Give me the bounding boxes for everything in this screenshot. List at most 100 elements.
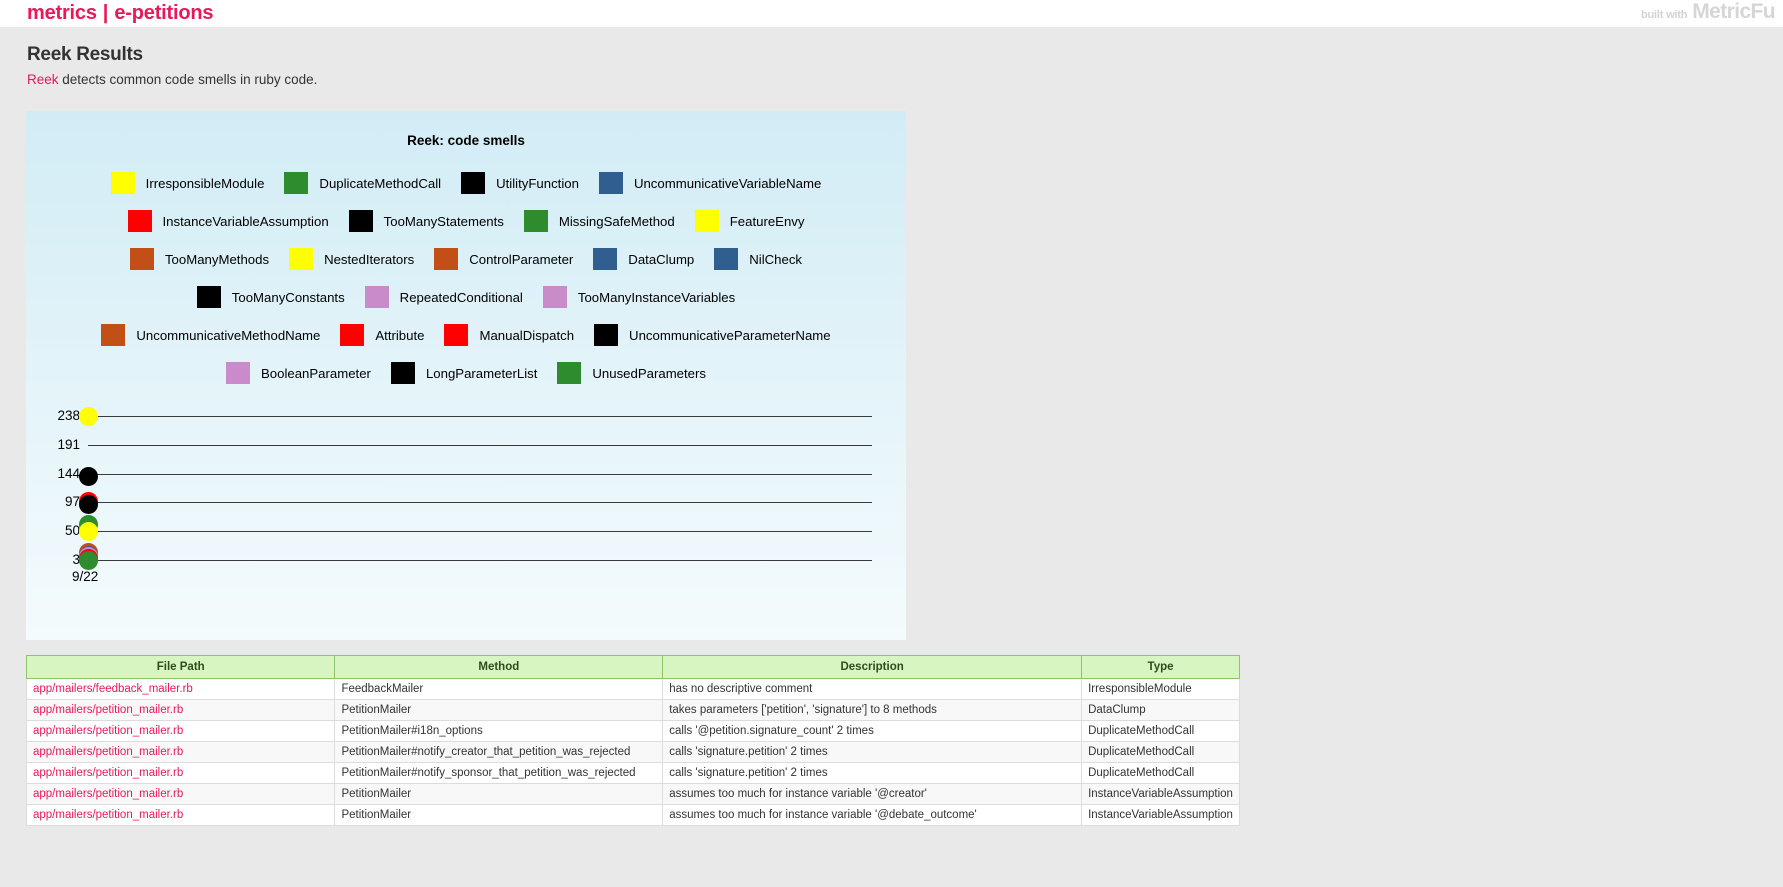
file-path-link[interactable]: app/mailers/petition_mailer.rb [33,809,183,821]
chart-gridline [88,444,872,446]
cell-description: takes parameters ['petition', 'signature… [662,699,1083,721]
legend-label: UncommunicativeParameterName [629,327,831,343]
legend-color-swatch [523,210,548,232]
legend-item[interactable]: ControlParameter [434,248,573,270]
chart-data-point[interactable] [79,551,98,570]
legend-color-swatch [434,248,459,270]
smells-table: File Path Method Description Type app/ma… [25,655,1240,826]
chart-data-point[interactable] [79,522,98,542]
legend-item[interactable]: UncommunicativeMethodName [101,324,320,346]
page-title: Reek Results [27,44,143,65]
cell-method: PetitionMailer [334,699,664,721]
legend-label: LongParameterList [425,365,538,381]
cell-file-path: app/mailers/petition_mailer.rb [25,783,336,805]
legend-color-swatch [101,324,126,346]
chart-data-point[interactable] [79,494,98,514]
legend-item[interactable]: InstanceVariableAssumption [127,210,329,232]
legend-color-swatch [594,324,619,346]
legend-color-swatch [129,248,154,270]
cell-file-path: app/mailers/petition_mailer.rb [25,804,336,826]
legend-row: UncommunicativeMethodName Attribute Manual… [26,324,906,346]
cell-description: calls 'signature.petition' 2 times [662,741,1083,763]
legend-label: ManualDispatch [479,327,575,343]
legend-color-swatch [364,286,389,308]
file-path-link[interactable]: app/mailers/petition_mailer.rb [33,725,183,737]
legend-color-swatch [461,172,486,194]
legend-label: ControlParameter [469,251,574,267]
legend-item[interactable]: TooManyMethods [129,248,269,270]
legend-label: NestedIterators [324,251,415,267]
legend-color-swatch [340,324,365,346]
y-axis-tick-label: 144 [57,465,80,481]
page-description-text: detects common code smells in ruby code. [58,72,318,87]
file-path-link[interactable]: app/mailers/feedback_mailer.rb [33,683,193,695]
cell-file-path: app/mailers/petition_mailer.rb [25,699,336,721]
cell-description: calls '@petition.signature_count' 2 time… [662,720,1083,742]
y-axis-tick-label: 50 [64,523,80,539]
reek-link[interactable]: Reek [27,72,59,87]
cell-method: PetitionMailer#notify_sponsor_that_petit… [334,762,664,784]
cell-type: InstanceVariableAssumption [1081,783,1240,805]
chart-data-point[interactable] [79,467,98,487]
file-path-link[interactable]: app/mailers/petition_mailer.rb [33,746,183,758]
chart-gridline [88,560,872,561]
column-header-type[interactable]: Type [1081,655,1240,679]
legend-item[interactable]: LongParameterList [390,362,538,384]
built-with-label: built with [1641,9,1688,21]
file-path-link[interactable]: app/mailers/petition_mailer.rb [33,704,183,716]
cell-method: FeedbackMailer [334,678,664,700]
legend-item[interactable]: UnusedParameters [557,362,706,384]
legend-label: TooManyInstanceVariables [577,289,736,305]
legend-item[interactable]: DataClump [593,248,694,270]
table-row: app/mailers/petition_mailer.rb PetitionMa… [25,699,1240,721]
cell-file-path: app/mailers/feedback_mailer.rb [25,678,336,700]
metricfu-logo: MetricFu [1692,0,1775,23]
legend-row: IrresponsibleModule DuplicateMethodCall Ut… [26,172,906,194]
cell-file-path: app/mailers/petition_mailer.rb [25,762,336,784]
legend-item[interactable]: ManualDispatch [444,324,574,346]
legend-label: Attribute [375,327,425,343]
column-header-method[interactable]: Method [334,655,664,679]
cell-description: assumes too much for instance variable '… [662,783,1083,805]
table-row: app/mailers/feedback_mailer.rb FeedbackMa… [25,678,1240,700]
table-row: app/mailers/petition_mailer.rb PetitionMa… [25,741,1240,763]
cell-type: IrresponsibleModule [1081,678,1240,700]
legend-item[interactable]: UncommunicativeParameterName [594,324,831,346]
legend-item[interactable]: NestedIterators [289,248,414,270]
chart-gridline [88,473,872,475]
legend-label: UtilityFunction [496,175,579,191]
chart-gridline [88,531,872,533]
legend-item[interactable]: BooleanParameter [225,362,371,384]
legend-label: IrresponsibleModule [145,175,265,191]
legend-item[interactable]: MissingSafeMethod [523,210,675,232]
legend-item[interactable]: TooManyStatements [348,210,504,232]
chart-legend: IrresponsibleModule DuplicateMethodCall Ut… [26,172,906,384]
legend-item[interactable]: NilCheck [714,248,802,270]
legend-item[interactable]: TooManyConstants [196,286,345,308]
page-body: Reek Results Reek detects common code sm… [0,27,1783,887]
file-path-link[interactable]: app/mailers/petition_mailer.rb [33,788,183,800]
column-header-file-path[interactable]: File Path [25,655,336,679]
legend-item[interactable]: FeatureEnvy [694,210,805,232]
legend-item[interactable]: UncommunicativeVariableName [598,172,822,194]
chart-data-point[interactable] [79,407,98,426]
legend-item[interactable]: Attribute [340,324,424,346]
legend-item[interactable]: UtilityFunction [461,172,579,194]
cell-type: DataClump [1081,699,1240,721]
cell-type: InstanceVariableAssumption [1081,804,1240,826]
cell-type: DuplicateMethodCall [1081,741,1240,763]
nav-link-metrics[interactable]: metrics [27,2,97,25]
column-header-description[interactable]: Description [662,655,1083,679]
top-bar: metrics | e-petitions built with MetricF… [0,0,1783,27]
legend-item[interactable]: DuplicateMethodCall [284,172,441,194]
file-path-link[interactable]: app/mailers/petition_mailer.rb [33,767,183,779]
legend-item[interactable]: TooManyInstanceVariables [542,286,736,308]
legend-color-swatch [225,362,250,384]
legend-color-swatch [127,210,152,232]
legend-item[interactable]: IrresponsibleModule [110,172,265,194]
nav-link-e-petitions[interactable]: e-petitions [114,2,213,25]
legend-item[interactable]: RepeatedConditional [364,286,523,308]
table-row: app/mailers/petition_mailer.rb PetitionMa… [25,804,1240,826]
y-axis-tick-label: 238 [57,408,80,423]
legend-label: UncommunicativeVariableName [633,175,822,191]
